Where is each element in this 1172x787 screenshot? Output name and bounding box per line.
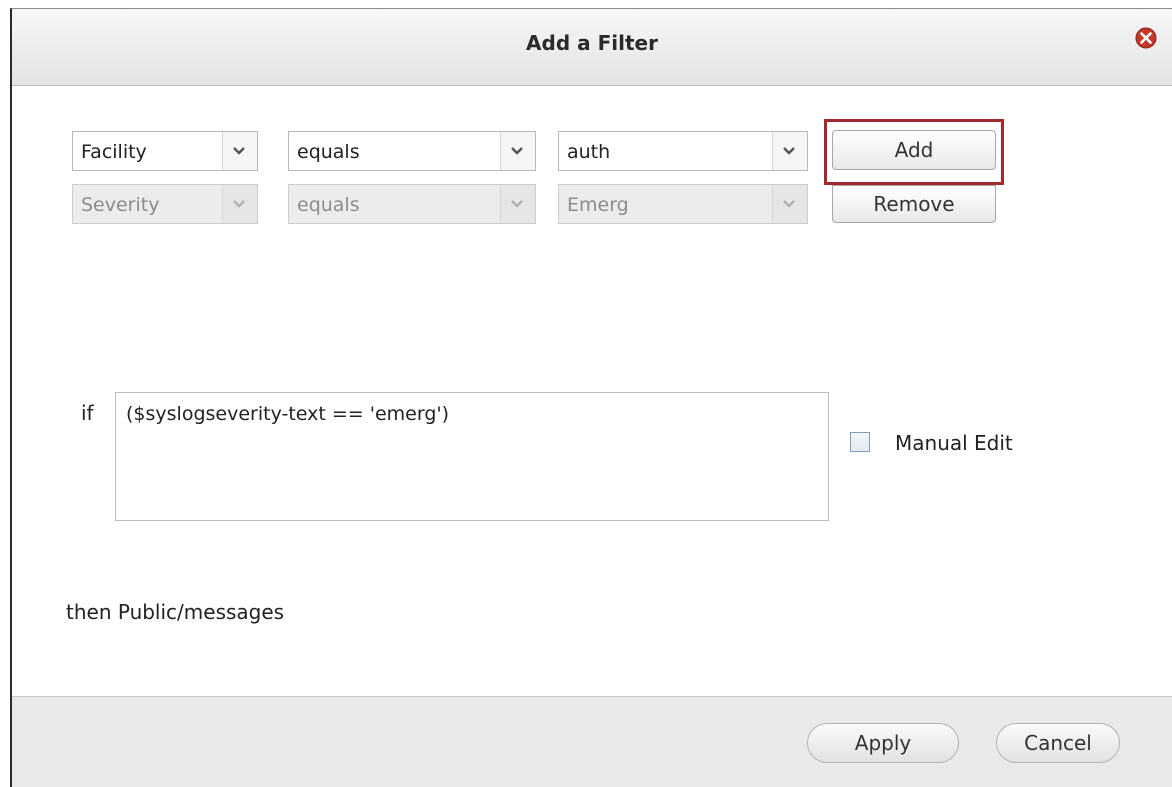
- then-action-text: then Public/messages: [66, 600, 285, 624]
- value-select-value: Emerg: [567, 194, 629, 216]
- operator-select-row1[interactable]: equals: [288, 131, 536, 171]
- remove-button[interactable]: Remove: [832, 185, 996, 223]
- value-select-row2[interactable]: Emerg: [558, 184, 808, 224]
- chevron-down-icon[interactable]: [222, 185, 257, 223]
- close-icon[interactable]: [1134, 26, 1158, 50]
- dialog-titlebar: Add a Filter: [12, 9, 1172, 86]
- chevron-down-icon[interactable]: [500, 185, 535, 223]
- value-select-row1[interactable]: auth: [558, 131, 808, 171]
- if-label: if: [81, 401, 94, 425]
- cancel-button[interactable]: Cancel: [996, 723, 1120, 763]
- dialog-title: Add a Filter: [526, 31, 658, 55]
- operator-select-row2[interactable]: equals: [288, 184, 536, 224]
- add-button[interactable]: Add: [832, 130, 996, 170]
- field-select-row2[interactable]: Severity: [72, 184, 258, 224]
- chevron-down-icon[interactable]: [772, 185, 807, 223]
- dialog-footer: Apply Cancel: [12, 696, 1172, 787]
- operator-select-value: equals: [297, 194, 360, 216]
- chevron-down-icon[interactable]: [772, 132, 807, 170]
- manual-edit-label[interactable]: Manual Edit: [895, 431, 1013, 455]
- field-select-row1[interactable]: Facility: [72, 131, 258, 171]
- operator-select-value: equals: [297, 141, 360, 163]
- apply-button[interactable]: Apply: [807, 723, 959, 763]
- chevron-down-icon[interactable]: [222, 132, 257, 170]
- filter-expression-text: ($syslogseverity-text == 'emerg'): [126, 403, 450, 425]
- field-select-value: Facility: [81, 141, 147, 163]
- manual-edit-checkbox[interactable]: [850, 432, 870, 452]
- field-select-value: Severity: [81, 194, 160, 216]
- chevron-down-icon[interactable]: [500, 132, 535, 170]
- value-select-value: auth: [567, 141, 611, 163]
- filter-expression-textarea[interactable]: ($syslogseverity-text == 'emerg'): [115, 392, 829, 521]
- add-filter-dialog: Add a Filter Facility equals auth Add Se…: [10, 8, 1172, 787]
